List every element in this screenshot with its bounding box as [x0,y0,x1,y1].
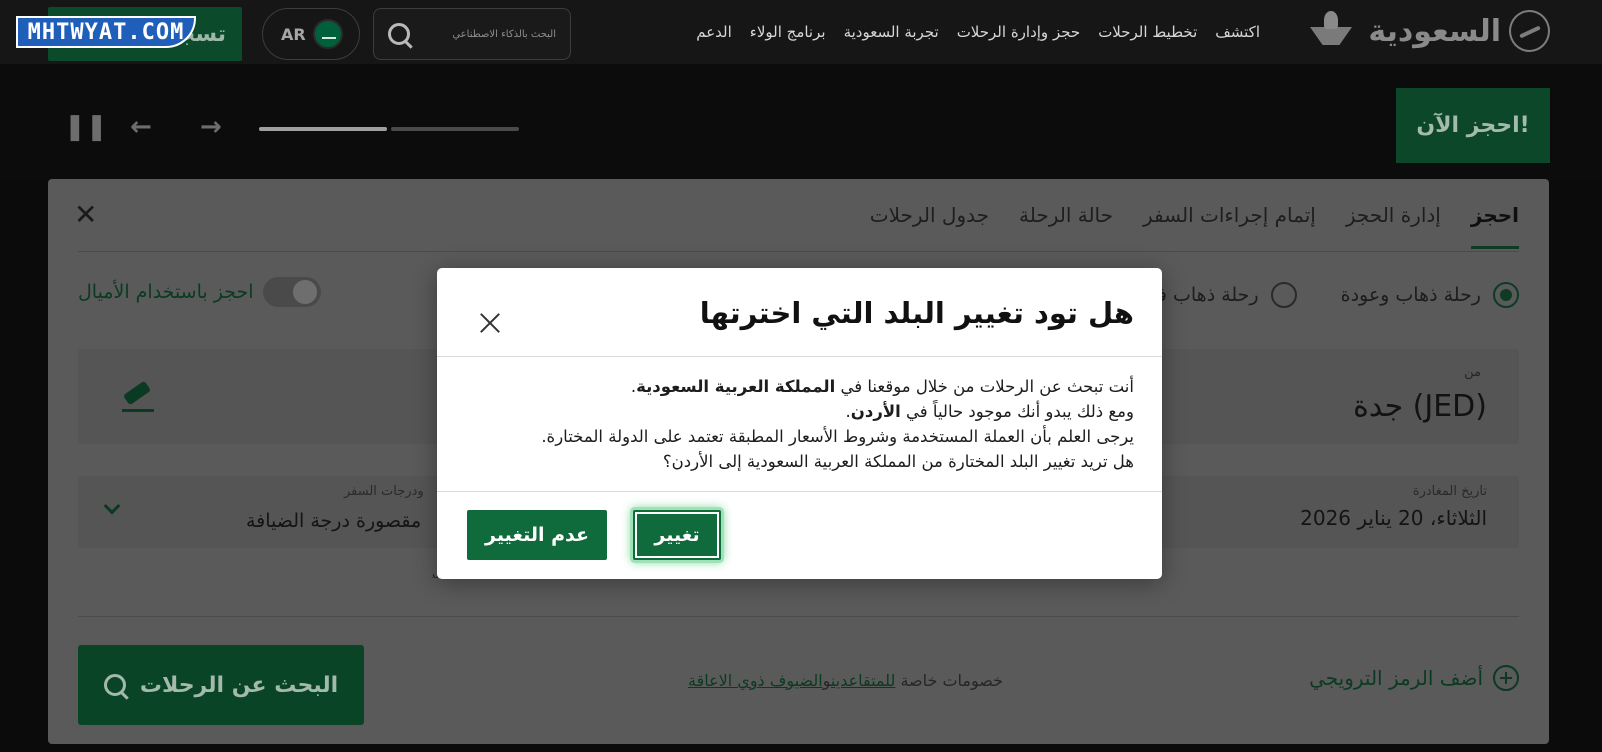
change-country-dialog: هل تود تغيير البلد التي اخترتها أنت تبحث… [437,268,1162,579]
tab-check-in[interactable]: إتمام إجراءات السفر [1143,179,1316,251]
miles-toggle-label: احجز باستخدام الأميال [78,281,254,303]
nav-trip-planning[interactable]: تخطيط الرحلات [1098,23,1197,41]
skyteam-logo-icon [1509,10,1550,52]
dialog-body: أنت تبحث عن الرحلات من خلال موقعنا في ال… [464,374,1134,474]
line1-prefix: أنت تبحث عن الرحلات من خلال موقعنا في [840,377,1134,396]
tab-flight-status[interactable]: حالة الرحلة [1019,179,1113,251]
ai-search-placeholder: البحث بالذكاء الاصطناعي [452,28,556,40]
tabs-divider [78,251,1519,252]
discount-seniors-link[interactable]: للمتقاعدين [831,671,895,690]
special-discounts: خصومات خاصة للمتقاعدينوالضيوف ذوي الاعاق… [688,671,1003,690]
book-now-button[interactable]: احجز الآن! [1396,88,1550,163]
saudia-logo[interactable]: السعودية [1302,6,1550,56]
dialog-line-1: أنت تبحث عن الرحلات من خلال موقعنا في ال… [630,377,1134,396]
class-label: ودرجات السفر [344,484,424,499]
miles-toggle[interactable] [263,277,322,307]
radio-round-trip[interactable] [1493,282,1519,308]
nav-support[interactable]: الدعم [696,23,732,41]
pause-icon[interactable]: ❚❚ [64,112,108,142]
line1-country: المملكة العربية السعودية [636,377,836,396]
saudi-flag-icon [313,19,343,49]
search-icon [103,674,126,696]
brand-wordmark: السعودية [1368,13,1502,49]
main-nav: اكتشف تخطيط الرحلات حجز وإدارة الرحلات ت… [696,0,1260,64]
close-icon[interactable]: ✕ [74,201,97,229]
discount-and: و [822,671,831,690]
nav-saudia-experience[interactable]: تجربة السعودية [844,23,939,41]
departure-label: تاريخ المغادرة [1412,484,1487,499]
palm-swords-emblem-icon [1302,9,1358,53]
search-icon [388,23,410,45]
plus-circle-icon [1493,665,1519,691]
close-icon[interactable] [479,312,501,334]
ai-search-box[interactable]: البحث بالذكاء الاصطناعي [373,8,571,60]
dialog-line-4: هل تريد تغيير البلد المختارة من المملكة … [662,452,1134,471]
promo-code-link[interactable]: أضف الرمز الترويجي [1309,665,1519,691]
tab-manage-booking[interactable]: إدارة الحجز [1346,179,1441,251]
booking-tabs: احجز إدارة الحجز إتمام إجراءات السفر حال… [870,179,1520,251]
radio-one-way[interactable] [1270,282,1297,308]
miles-toggle-row: احجز باستخدام الأميال [78,277,322,307]
search-flights-button[interactable]: البحث عن الرحلات [78,645,364,725]
trip-type-selector: رحلة ذهاب وعودة رحلة ذهاب فقط [1130,282,1519,308]
language-code: AR [281,24,306,44]
nav-book-manage[interactable]: حجز وإدارة الرحلات [957,23,1081,41]
dialog-line-3: يرجى العلم بأن العملة المستخدمة وشروط ال… [541,427,1134,446]
search-flights-label: البحث عن الرحلات [139,672,339,698]
tab-book[interactable]: احجز [1470,179,1520,251]
keep-button[interactable]: عدم التغيير [467,510,607,560]
origin-label: من [1464,365,1481,380]
arrow-left-icon[interactable]: ← [130,112,152,142]
promo-label: أضف الرمز الترويجي [1309,666,1483,690]
origin-value: جدة (JED) [1353,389,1487,424]
dialog-footer-divider [437,491,1162,492]
dialog-header-divider [437,356,1162,357]
arrow-right-icon[interactable]: → [200,112,222,142]
language-switcher[interactable]: AR [262,8,360,60]
change-button[interactable]: تغيير [633,510,721,560]
takeoff-icon [122,383,156,413]
tab-flight-schedule[interactable]: جدول الرحلات [870,179,989,251]
dialog-line-2: ومع ذلك يبدو أنك موجود حالياً في الأردن. [845,402,1134,421]
top-navigation: السعودية اكتشف تخطيط الرحلات حجز وإدارة … [0,0,1602,64]
carousel-progress-1 [259,127,387,131]
class-value[interactable]: مقصورة درجة الضيافة [246,510,421,532]
line2-country: الأردن [850,402,901,421]
nav-discover[interactable]: اكتشف [1215,23,1260,41]
carousel-progress-2 [391,127,519,131]
chevron-down-icon[interactable] [103,497,121,515]
discount-disabled-link[interactable]: الضيوف ذوي الاعاقة [688,671,823,690]
discounts-text: خصومات خاصة [900,671,1004,690]
promo-carousel [0,64,1602,180]
departure-value[interactable]: الثلاثاء، 20 يناير 2026 [1300,506,1487,530]
round-trip-label: رحلة ذهاب وعودة [1340,284,1481,306]
dialog-title: هل تود تغيير البلد التي اخترتها [699,296,1134,330]
watermark-badge: MHTWYAT.COM [16,16,196,48]
bottom-divider [78,616,1519,617]
nav-loyalty[interactable]: برنامج الولاء [750,23,826,41]
line2-prefix: ومع ذلك يبدو أنك موجود حالياً في [906,402,1134,421]
